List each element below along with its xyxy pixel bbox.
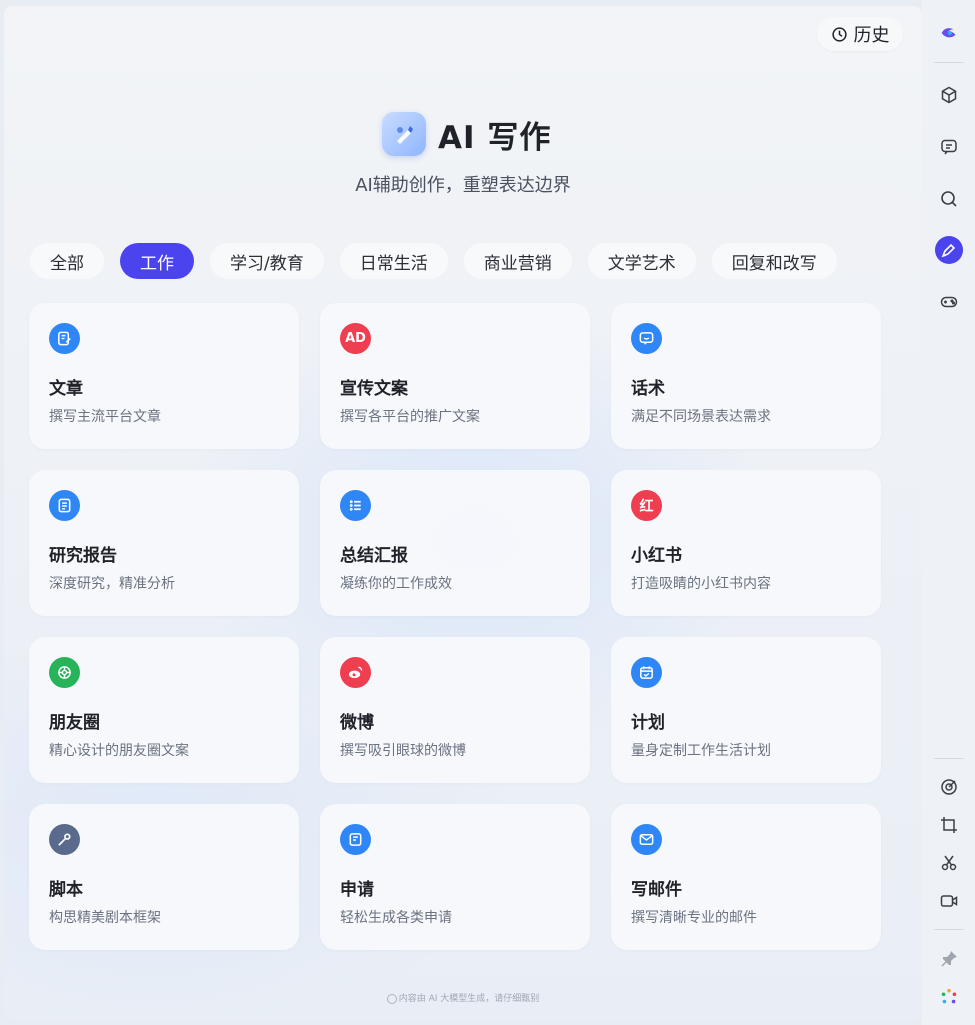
card-title: 朋友圈 [49,713,100,733]
article-icon [49,323,80,354]
ai-disclaimer-text: 内容由 AI 大模型生成，请仔细甄别 [398,994,540,1004]
tab-study-education[interactable]: 学习/教育 [210,243,324,279]
card-application[interactable]: 申请 轻松生成各类申请 [320,804,590,950]
card-research-report[interactable]: 研究报告 深度研究，精准分析 [29,470,299,616]
card-title: 小红书 [631,546,682,566]
scissors-icon[interactable] [935,849,963,877]
card-desc: 量身定制工作生活计划 [631,743,771,759]
tab-daily-life[interactable]: 日常生活 [339,243,448,279]
main-panel: 历史 AI 写作 AI辅助创作，重塑表达边界 全部 工作 学习/教育 日常生活 … [4,6,922,1020]
xiaohongshu-icon: 红 [631,490,662,521]
card-desc: 深度研究，精准分析 [49,576,175,592]
cube-icon[interactable] [935,81,963,109]
divider [934,62,964,63]
card-title: 计划 [631,713,665,733]
search-icon[interactable] [935,185,963,213]
card-desc: 撰写主流平台文章 [49,409,161,425]
card-xiaohongshu[interactable]: 红 小红书 打造吸睛的小红书内容 [611,470,881,616]
page-title: AI 写作 [438,119,552,156]
apps-icon[interactable] [935,983,963,1011]
card-ad-copy[interactable]: AD 宣传文案 撰写各平台的推广文案 [320,303,590,449]
pen-icon[interactable] [935,236,963,264]
card-desc: 撰写清晰专业的邮件 [631,910,757,926]
history-label: 历史 [853,25,890,46]
card-desc: 凝练你的工作成效 [340,576,452,592]
chat-icon[interactable] [935,133,963,161]
calendar-icon [631,657,662,688]
card-desc: 轻松生成各类申请 [340,910,452,926]
card-title: 脚本 [49,880,83,900]
card-title: 研究报告 [49,546,117,566]
card-write-email[interactable]: 写邮件 撰写清晰专业的邮件 [611,804,881,950]
ad-icon: AD [340,323,371,354]
logo-icon[interactable] [935,19,963,47]
card-moments[interactable]: 朋友圈 精心设计的朋友圈文案 [29,637,299,783]
card-desc: 满足不同场景表达需求 [631,409,771,425]
list-icon [340,490,371,521]
card-desc: 撰写吸引眼球的微博 [340,743,466,759]
card-title: 写邮件 [631,880,682,900]
card-desc: 精心设计的朋友圈文案 [49,743,189,759]
moments-icon [49,657,80,688]
chat-smile-icon [631,323,662,354]
category-tabs: 全部 工作 学习/教育 日常生活 商业营销 文学艺术 回复和改写 [30,243,837,279]
ai-writing-logo-icon [382,112,426,156]
info-icon [386,993,397,1004]
mail-icon [631,824,662,855]
page-subtitle: AI辅助创作，重塑表达边界 [355,175,571,196]
script-icon [49,824,80,855]
tab-reply-rewrite[interactable]: 回复和改写 [711,243,837,279]
card-title: 总结汇报 [340,546,408,566]
card-script[interactable]: 脚本 构思精美剧本框架 [29,804,299,950]
card-desc: 撰写各平台的推广文案 [340,409,480,425]
tab-work[interactable]: 工作 [120,243,194,279]
card-title: 宣传文案 [340,379,408,399]
card-weibo[interactable]: 微博 撰写吸引眼球的微博 [320,637,590,783]
ai-disclaimer: 内容由 AI 大模型生成，请仔细甄别 [4,991,922,1004]
card-title: 微博 [340,713,374,733]
application-icon [340,824,371,855]
tab-business-marketing[interactable]: 商业营销 [463,243,572,279]
card-speech[interactable]: 话术 满足不同场景表达需求 [611,303,881,449]
weibo-icon [340,657,371,688]
video-icon[interactable] [935,887,963,915]
tab-all[interactable]: 全部 [30,243,104,279]
card-summary-report[interactable]: 总结汇报 凝练你的工作成效 [320,470,590,616]
card-article[interactable]: 文章 撰写主流平台文章 [29,303,299,449]
divider [934,929,964,930]
history-button[interactable]: 历史 [817,17,903,51]
divider [934,758,964,759]
crop-icon[interactable] [935,811,963,839]
card-title: 话术 [631,379,665,399]
card-desc: 打造吸睛的小红书内容 [631,576,771,592]
gamepad-icon[interactable] [935,288,963,316]
clock-icon [831,26,848,43]
card-desc: 构思精美剧本框架 [49,910,161,926]
card-title: 文章 [49,379,83,399]
right-toolbar [922,0,975,1025]
target-icon[interactable] [935,773,963,801]
card-plan[interactable]: 计划 量身定制工作生活计划 [611,637,881,783]
report-icon [49,490,80,521]
hero-title: AI 写作 [382,110,551,158]
pin-icon[interactable] [935,945,963,973]
card-title: 申请 [340,880,374,900]
template-grid: 文章 撰写主流平台文章 AD 宣传文案 撰写各平台的推广文案 话术 满足不同场景… [29,303,881,950]
tab-literature-art[interactable]: 文学艺术 [587,243,696,279]
